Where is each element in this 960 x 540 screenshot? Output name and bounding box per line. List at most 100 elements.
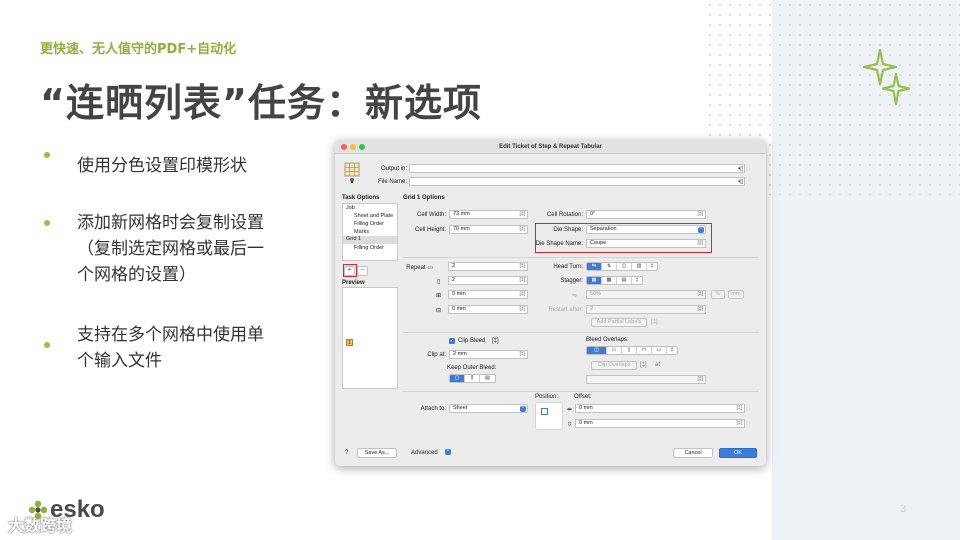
section-divider	[403, 257, 759, 258]
tree-item-grid-1[interactable]: Grid 1	[343, 236, 397, 244]
clip-overlaps-field[interactable]: [‡]	[586, 375, 706, 384]
tree-item-job[interactable]: Job	[346, 205, 355, 211]
output-in-label: Output in:	[380, 166, 407, 172]
offset-y-icon: ⇳	[567, 422, 573, 428]
section-divider	[403, 391, 759, 392]
overlap-top-icon[interactable]: ⊓	[637, 347, 652, 354]
clip-overlaps-button[interactable]: Clip Overlaps	[591, 361, 637, 370]
sparkle-icon	[862, 48, 911, 106]
remove-grid-button[interactable]: −	[357, 266, 368, 276]
cell-height-field[interactable]: 70 mm [‡]	[449, 225, 528, 234]
output-in-field[interactable]	[409, 164, 745, 173]
clip-bleed-label: Clip Bleed	[458, 338, 486, 344]
bleed-overlaps-segmented[interactable]: ◫ ▭ ▯ ⊓ ⊔ ‡	[586, 346, 678, 355]
stagger-link-button[interactable]: %	[711, 290, 725, 299]
die-shape-label: Die Shape:	[553, 227, 583, 233]
cell-width-field[interactable]: 73 mm [‡]	[449, 210, 528, 219]
restart-after-field[interactable]: 2 [‡]	[586, 305, 706, 314]
page-number: 3	[900, 503, 907, 515]
partial-labels-stepper-icon[interactable]: [‡]	[651, 319, 658, 325]
clip-bleed-stepper-icon[interactable]: [‡]	[492, 338, 499, 344]
offset-x-icon: ⇹	[567, 407, 573, 413]
stagger-none-icon[interactable]: ▦	[587, 277, 602, 284]
add-button-highlight	[343, 264, 357, 277]
head-turn-0-icon[interactable]: ⇆	[587, 263, 602, 270]
clip-at-label: Clip at:	[427, 352, 446, 358]
keep-outer-bleed-label: Keep Outer Bleed:	[447, 365, 497, 371]
stagger-horizontal-icon[interactable]: ▩	[602, 277, 617, 284]
gap-horizontal-icon: ⊞	[436, 293, 442, 299]
bullet-text: 支持在多个网格中使用单个输入文件	[77, 325, 264, 371]
bullet-dot-icon	[44, 342, 50, 348]
clip-at-field[interactable]: 2 mm [‡]	[449, 350, 528, 359]
save-as-button[interactable]: Save As...	[357, 448, 397, 458]
overlap-right-icon[interactable]: ▯	[622, 347, 637, 354]
tree-item-filling-order[interactable]: Filling Order	[354, 221, 384, 227]
cell-height-label: Cell Height:	[414, 227, 446, 233]
grid-options-header: Grid 1 Options	[403, 195, 445, 201]
attach-to-select[interactable]: Sheet ⌃	[449, 404, 528, 413]
dialog-title: Edit Ticket of Step & Repeat Tabular	[499, 144, 602, 150]
watermark-text: 大数跨境	[8, 516, 73, 535]
stagger-options-icon[interactable]: ‡	[632, 277, 642, 284]
stagger-amount-field[interactable]: 50% [‡]	[586, 290, 706, 299]
overlap-options-icon[interactable]: ‡	[667, 347, 677, 354]
head-turn-90-icon[interactable]: ⇅	[602, 263, 617, 270]
keep-bleed-sides-icon[interactable]: ⫼	[465, 375, 480, 382]
repeat-label: Repeat ▭	[406, 265, 433, 271]
ok-button[interactable]: OK	[719, 448, 757, 458]
head-turn-segmented[interactable]: ⇆ ⇅ ◫ ▥ ‡	[586, 262, 658, 271]
anchor-top-left-icon[interactable]	[541, 408, 548, 415]
bullet-dot-icon	[44, 152, 50, 158]
stagger-label: Stagger:	[560, 278, 583, 284]
section-divider	[403, 332, 759, 333]
stagger-amount-icon: ⇋	[572, 293, 578, 299]
keep-outer-bleed-segmented[interactable]: ▢ ⫼ ▤	[449, 374, 496, 383]
preview-pane: 1	[342, 287, 398, 389]
stagger-unit-button[interactable]: mm	[728, 290, 744, 299]
tree-item-sheet-and-plate[interactable]: Sheet and Plate	[354, 213, 393, 219]
overlap-bottom-icon[interactable]: ⊔	[652, 347, 667, 354]
clip-bleed-checkbox[interactable]: ✓	[449, 338, 455, 344]
head-turn-180-icon[interactable]: ◫	[617, 263, 632, 270]
offset-y-field[interactable]: 0 mm [‡]	[575, 419, 745, 428]
cell-rotation-field[interactable]: 0° [‡]	[586, 210, 706, 219]
slide-title: “连晒列表”任务：新选项	[40, 81, 482, 125]
clip-overlaps-at-label: at	[655, 362, 661, 368]
add-partial-labels-button[interactable]: Add Partial Labels	[591, 318, 647, 327]
die-shape-name-label: Die Shape Name:	[535, 241, 583, 247]
edit-ticket-dialog: Edit Ticket of Step & Repeat Tabular Out…	[335, 140, 766, 466]
repeat-y-field[interactable]: 2 [‡]	[448, 276, 528, 285]
head-turn-options-icon[interactable]: ‡	[647, 263, 657, 270]
position-anchor-grid[interactable]	[535, 402, 563, 430]
head-turn-270-icon[interactable]: ▥	[632, 263, 647, 270]
overlap-left-icon[interactable]: ▭	[607, 347, 622, 354]
keep-bleed-all-icon[interactable]: ▢	[450, 375, 465, 382]
bullet-text: 使用分色设置印模形状	[77, 156, 247, 176]
position-label: Position:	[535, 394, 559, 400]
file-name-field[interactable]	[409, 177, 745, 186]
die-shape-select[interactable]: Separation ⌃	[586, 225, 706, 234]
dialog-titlebar: Edit Ticket of Step & Repeat Tabular	[335, 140, 766, 154]
keep-bleed-top-icon[interactable]: ▤	[480, 375, 495, 382]
folder-icon[interactable]: ▪▯	[738, 165, 743, 172]
cancel-button[interactable]: Cancel	[673, 448, 713, 458]
task-options-label: Task Options	[342, 195, 380, 201]
repeat-x-field[interactable]: 2 [‡]	[448, 262, 528, 271]
stagger-vertical-icon[interactable]: ▤	[617, 277, 632, 284]
die-shape-name-field[interactable]: Coupe [‡]	[586, 239, 706, 248]
slide-subtitle: 更快速、无人值守的PDF+自动化	[40, 42, 237, 57]
stagger-segmented[interactable]: ▦ ▩ ▤ ‡	[586, 276, 643, 285]
offset-x-field[interactable]: 0 mm [‡]	[575, 404, 745, 413]
gap-x-field[interactable]: 0 mm [‡]	[448, 290, 528, 299]
clip-overlaps-stepper-icon[interactable]: [‡]	[640, 362, 647, 368]
advanced-toggle[interactable]: ⌃	[442, 448, 451, 457]
advanced-label: Advanced	[411, 450, 438, 456]
tree-item-grid-filling-order[interactable]: Filling Order	[354, 245, 384, 251]
gap-y-field[interactable]: 0 mm [‡]	[448, 305, 528, 314]
tree-item-marks[interactable]: Marks	[354, 229, 369, 235]
cell-width-label: Cell Width:	[416, 212, 446, 218]
help-button[interactable]: ?	[345, 450, 348, 456]
overlap-none-icon[interactable]: ◫	[587, 347, 607, 354]
folder-icon[interactable]: ▪▯	[738, 178, 743, 185]
